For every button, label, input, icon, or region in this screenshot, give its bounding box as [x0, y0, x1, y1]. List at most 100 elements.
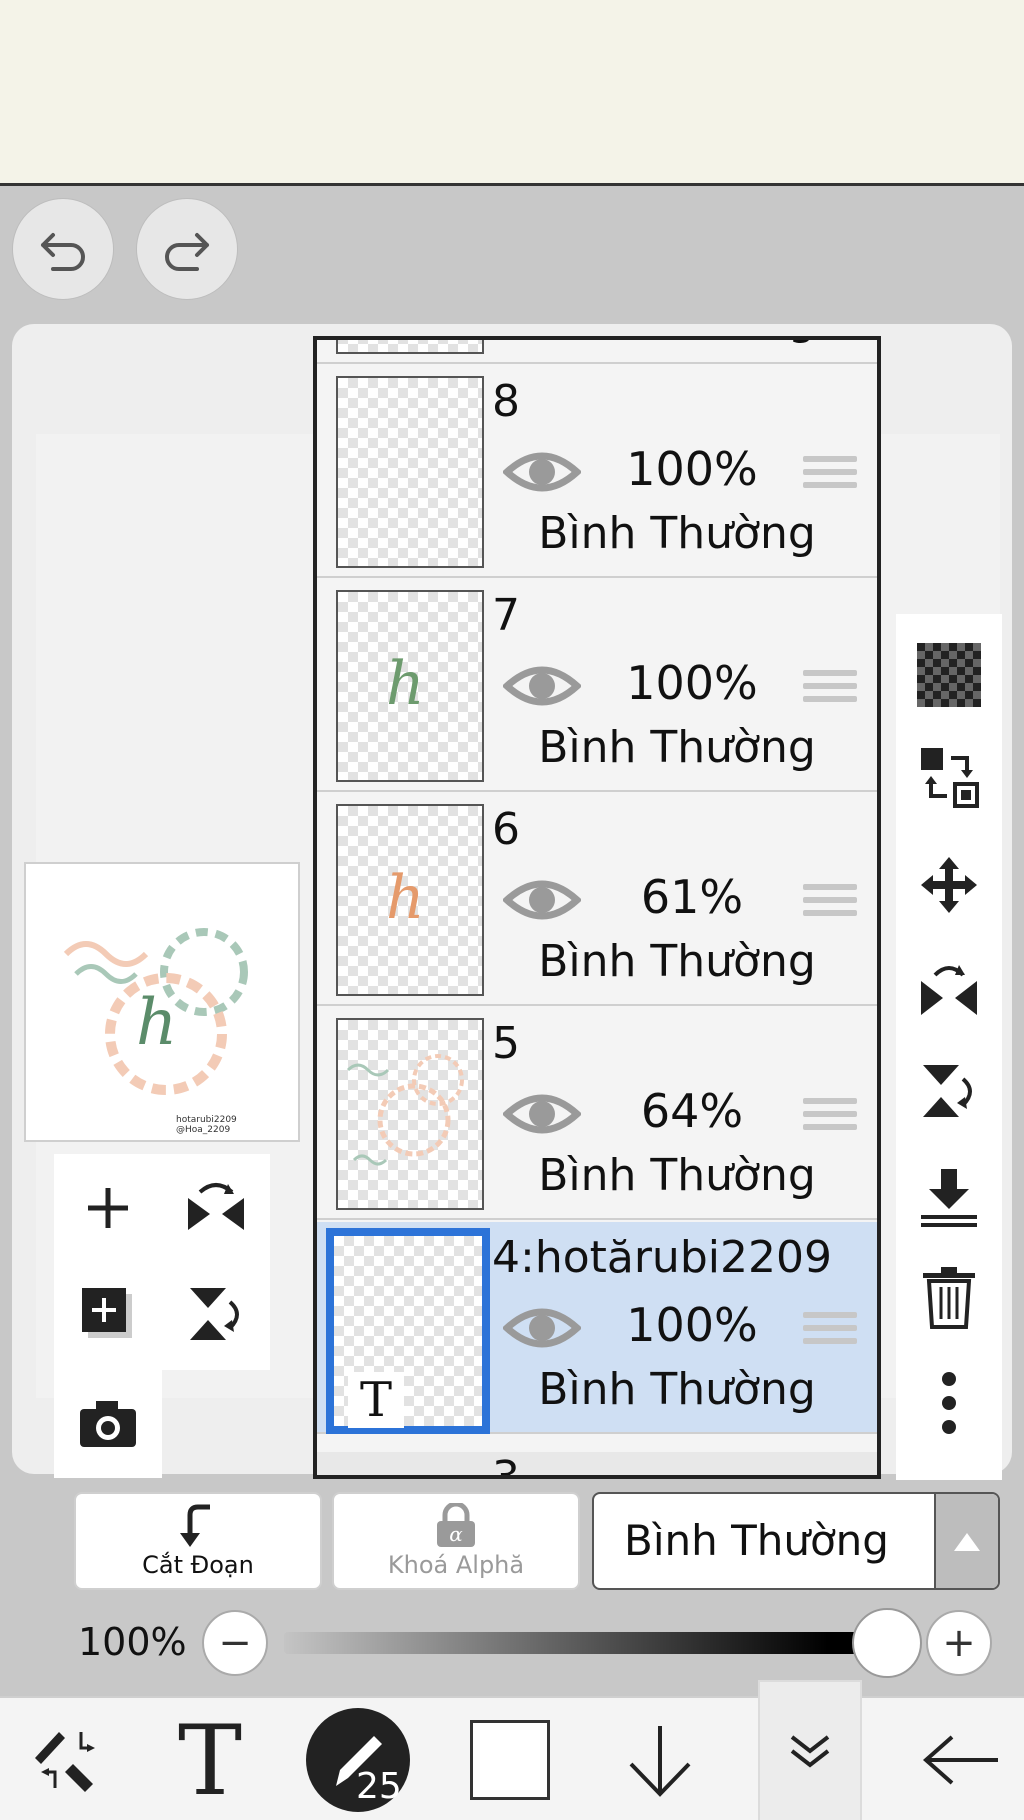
layer-actions-toolbar	[896, 614, 1002, 1480]
svg-text:h: h	[386, 649, 425, 719]
delete-layer-button[interactable]	[912, 1260, 986, 1334]
canvas-preview[interactable]: h hotarubi2209 @Hoa_2209	[24, 862, 300, 1142]
undo-icon	[41, 233, 85, 271]
bottom-toolbar: T 25	[0, 1680, 1024, 1820]
layer-down-button[interactable]	[620, 1698, 700, 1820]
visibility-eye-icon[interactable]	[503, 1302, 581, 1354]
canvas-top-strip	[0, 0, 1024, 186]
drag-handle-icon[interactable]	[803, 884, 857, 924]
layer-swap-button[interactable]	[912, 740, 986, 814]
opacity-slider-track[interactable]	[284, 1632, 888, 1654]
redo-icon	[165, 233, 209, 271]
layer-thumbnail: h	[336, 804, 484, 996]
more-options-button[interactable]	[912, 1366, 986, 1440]
orange-h-thumb-icon: h	[386, 863, 425, 933]
visibility-eye-icon[interactable]	[503, 660, 581, 712]
flip-horizontal-button[interactable]	[176, 1168, 256, 1248]
layer-row-6[interactable]: h 6 61% Bình Thường	[317, 794, 877, 1006]
clipping-arrow-icon	[180, 1504, 210, 1547]
undo-button[interactable]	[12, 198, 114, 300]
move-icon	[921, 857, 977, 913]
trash-icon	[923, 1267, 975, 1329]
minus-icon: −	[218, 1620, 252, 1666]
layer-name: 8	[492, 376, 520, 427]
layer-blend-mode: Bình Thường	[538, 722, 816, 773]
brush-size-value: 25	[356, 1766, 402, 1807]
drag-handle-icon[interactable]	[803, 1098, 857, 1138]
blend-mode-value: Bình Thường	[624, 1516, 889, 1565]
layer-panel-toggle-button[interactable]	[758, 1680, 862, 1820]
move-button[interactable]	[912, 848, 986, 922]
layer-name: 3	[492, 1452, 520, 1479]
layer-row-8[interactable]: 8 100% Bình Thường	[317, 366, 877, 578]
layer-name: 5	[492, 1018, 520, 1069]
text-layer-icon: T	[348, 1372, 404, 1428]
layer-opacity: 100%	[626, 656, 758, 710]
brush-eraser-toggle-button[interactable]	[14, 1698, 124, 1820]
opacity-slider-thumb[interactable]	[852, 1608, 922, 1678]
opacity-increase-button[interactable]: +	[926, 1610, 992, 1676]
layer-row-5[interactable]: 5 64% Bình Thường	[317, 1008, 877, 1220]
visibility-eye-icon[interactable]	[503, 446, 581, 498]
merge-down-button[interactable]	[912, 1160, 986, 1234]
arrow-left-icon	[922, 1735, 998, 1785]
flip-vertical-button[interactable]	[176, 1274, 256, 1354]
drag-handle-icon[interactable]	[803, 670, 857, 710]
clipping-label: Cắt Đoạn	[142, 1551, 254, 1579]
brush-eraser-icon	[35, 1732, 95, 1792]
flip-h-icon	[921, 965, 977, 1015]
layer-row-4-selected[interactable]: T 4:hotărubi2209 100% Bình Thường	[317, 1222, 877, 1434]
clipping-button[interactable]: Cắt Đoạn	[74, 1492, 322, 1590]
layer-blend-mode: Bình Thường	[538, 508, 816, 559]
layer-name: 4:hotărubi2209	[492, 1232, 832, 1283]
add-layer-button[interactable]	[68, 1168, 148, 1248]
svg-text:h: h	[136, 986, 177, 1060]
layer-thumbnail	[336, 340, 484, 354]
visibility-eye-icon[interactable]	[503, 1088, 581, 1140]
alpha-lock-label: Khoá Alphă	[387, 1551, 525, 1579]
merge-down-icon	[921, 1169, 977, 1227]
layer-row-7[interactable]: h 7 100% Bình Thường	[317, 580, 877, 792]
layer-opacity: 64%	[640, 1084, 744, 1138]
svg-text:h: h	[386, 863, 425, 933]
brush-size-button[interactable]: 25	[306, 1698, 410, 1820]
current-color-swatch	[470, 1720, 550, 1800]
green-h-thumb-icon: h	[386, 649, 425, 719]
layer-blend-mode: Bình Thường	[538, 936, 816, 987]
drag-handle-icon[interactable]	[803, 1312, 857, 1352]
double-chevron-down-icon	[790, 1735, 830, 1768]
layer-blend-mode: Bình Thường	[538, 1150, 816, 1201]
flip-h-button[interactable]	[912, 952, 986, 1026]
flip-v-button[interactable]	[912, 1054, 986, 1128]
layer-swap-icon	[921, 748, 979, 808]
svg-text:α: α	[449, 1522, 463, 1546]
text-tool-button[interactable]: T	[160, 1698, 260, 1820]
back-button[interactable]	[912, 1698, 1012, 1820]
layer-opacity: 100%	[626, 442, 758, 496]
layer-list[interactable]: Bình Thường 8 100% Bình Thường h 7 100% …	[313, 336, 881, 1479]
watermark-line2: @Hoa_2209	[176, 1125, 230, 1135]
text-tool-icon: T	[178, 1720, 242, 1800]
add-clipped-layer-button[interactable]	[68, 1274, 148, 1354]
camera-button[interactable]	[68, 1384, 148, 1464]
visibility-eye-icon[interactable]	[503, 874, 581, 926]
layer-name: 6	[492, 804, 520, 855]
layer-thumbnail: h	[336, 590, 484, 782]
drag-handle-icon[interactable]	[803, 456, 857, 496]
flip-horizontal-icon	[188, 1183, 244, 1230]
layer-row-partial-bottom[interactable]: 3	[317, 1452, 877, 1479]
layer-thumbnail: T	[326, 1228, 490, 1434]
layer-thumbnail	[336, 376, 484, 568]
layer-blend-mode: Bình Thường	[538, 1364, 816, 1415]
artwork-preview: h hotarubi2209 @Hoa_2209	[63, 928, 248, 1135]
color-picker-button[interactable]	[468, 1698, 552, 1820]
transparency-button[interactable]	[912, 638, 986, 712]
redo-button[interactable]	[136, 198, 238, 300]
arrow-down-icon	[629, 1726, 691, 1797]
layer-row-partial-top[interactable]: Bình Thường	[317, 340, 877, 364]
opacity-decrease-button[interactable]: −	[202, 1610, 268, 1676]
chevron-up-icon[interactable]	[934, 1494, 998, 1588]
blend-mode-select[interactable]: Bình Thường	[592, 1492, 1000, 1590]
add-clipped-layer-icon	[82, 1288, 132, 1338]
alpha-lock-button[interactable]: α Khoá Alphă	[332, 1492, 580, 1590]
